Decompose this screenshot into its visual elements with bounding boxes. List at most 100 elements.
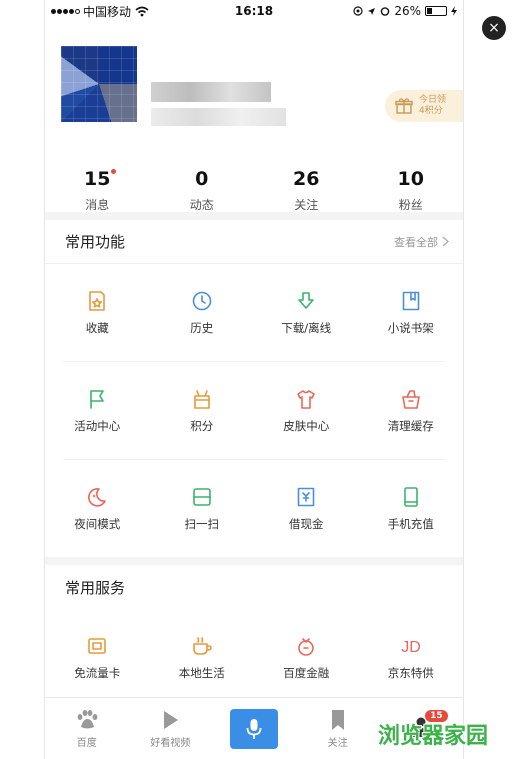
grid-item-label: 免流量卡	[74, 665, 121, 680]
stat-messages[interactable]: 15 消息	[45, 168, 150, 213]
grid-item-label: 小说书架	[387, 320, 434, 335]
moon-icon	[88, 487, 107, 507]
grid-item-label: 夜间模式	[74, 516, 121, 531]
clean-basket-icon	[401, 389, 420, 409]
grid-item-flag[interactable]: 活动中心	[45, 362, 150, 459]
svg-text:JD: JD	[401, 639, 421, 656]
bookshelf-icon	[402, 291, 420, 310]
stat-following[interactable]: 26 关注	[254, 168, 359, 213]
alarm-icon	[381, 7, 390, 16]
common-services-section: 常用服务 免流量卡 本地生活 百度金融 JD 京东特供	[45, 565, 463, 706]
stat-value: 0	[195, 168, 209, 190]
gift-icon	[395, 98, 413, 114]
view-all-link[interactable]: 查看全部	[394, 234, 449, 250]
tab-voice-search[interactable]	[212, 708, 296, 749]
grid-item-label: 历史	[190, 320, 214, 335]
play-icon	[164, 710, 179, 729]
grid-item-finance[interactable]: 百度金融	[254, 609, 359, 706]
signal-icon	[51, 8, 80, 14]
mic-button[interactable]	[229, 708, 278, 749]
grid-item-points-box[interactable]: 积分	[150, 362, 255, 459]
tab-label: 关注	[327, 737, 348, 749]
grid-item-label: 本地生活	[178, 665, 225, 680]
stat-label: 动态	[189, 198, 214, 212]
baidu-paw-icon	[77, 709, 98, 728]
daily-points-button[interactable]: 今日领 4积分	[385, 90, 463, 122]
service-grid: 免流量卡 本地生活 百度金融 JD 京东特供	[45, 609, 463, 706]
mic-icon	[246, 718, 262, 739]
site-watermark: 浏览器家园	[378, 724, 489, 749]
grid-item-label: 皮肤中心	[283, 418, 330, 433]
user-subtitle-blurred	[151, 108, 286, 126]
grid-item-label: 手机充值	[387, 516, 434, 531]
shirt-icon	[297, 389, 316, 409]
jd-icon: JD	[401, 639, 421, 656]
bookmark-icon	[331, 709, 344, 730]
gift-line2: 4积分	[419, 106, 443, 116]
grid-item-label: 京东特供	[387, 665, 434, 680]
grid-item-coffee[interactable]: 本地生活	[150, 609, 255, 706]
grid-item-shirt[interactable]: 皮肤中心	[254, 362, 359, 459]
grid-item-label: 扫一扫	[184, 516, 220, 531]
tab-haokan-video[interactable]: 好看视频	[129, 709, 213, 749]
stat-label: 关注	[294, 198, 319, 212]
grid-item-cash-loan[interactable]: 借现金	[254, 460, 359, 557]
grid-item-label: 清理缓存	[387, 418, 434, 433]
tab-label: 好看视频	[150, 737, 191, 749]
grid-item-data-card[interactable]: 免流量卡	[45, 609, 150, 706]
stat-label: 粉丝	[398, 198, 423, 212]
close-button[interactable]: ×	[482, 16, 506, 40]
section-title: 常用服务	[65, 578, 126, 597]
stat-value: 10	[397, 168, 424, 190]
grid-item-clock[interactable]: 历史	[150, 264, 255, 361]
grid-item-label: 活动中心	[74, 418, 121, 433]
grid-item-bookshelf[interactable]: 小说书架	[359, 264, 464, 361]
profile-stats: 15 消息 0 动态 26 关注 10 粉丝	[45, 168, 463, 213]
gift-line1: 今日领	[419, 95, 447, 105]
grid-item-label: 借现金	[289, 516, 324, 531]
location-icon	[353, 6, 363, 16]
clock-icon	[192, 291, 212, 310]
tab-label: 百度	[76, 737, 97, 749]
grid-item-favorites[interactable]: 收藏	[45, 264, 150, 361]
phone-recharge-icon	[403, 486, 418, 507]
function-grid: 收藏 历史 下载/离线 小说书架活动中心 积分 皮肤中心 清理缓存夜间模式 扫一扫 借现金 手机充…	[45, 264, 463, 557]
points-box-icon	[193, 389, 210, 409]
stat-value: 26	[293, 168, 320, 190]
grid-item-label: 收藏	[85, 320, 109, 335]
grid-item-clean-basket[interactable]: 清理缓存	[359, 362, 464, 459]
stat-fans[interactable]: 10 粉丝	[359, 168, 464, 213]
scan-icon	[192, 487, 211, 506]
carrier-label: 中国移动	[83, 4, 132, 19]
finance-icon	[298, 637, 315, 656]
grid-item-label: 积分	[190, 418, 214, 433]
grid-item-jd[interactable]: JD 京东特供	[359, 609, 464, 706]
download-icon	[298, 291, 315, 309]
grid-item-download[interactable]: 下载/离线	[254, 264, 359, 361]
wifi-icon	[135, 6, 149, 16]
phone-screen: 中国移动 16:18 26% 今日领 4积分 15 消息 0 动态 26 关注 …	[44, 0, 464, 759]
chevron-right-icon	[442, 236, 449, 247]
view-all-label: 查看全部	[394, 235, 438, 249]
avatar[interactable]	[61, 46, 137, 122]
battery-icon	[425, 6, 447, 16]
username-blurred[interactable]	[151, 82, 271, 102]
tab-baidu[interactable]: 百度	[45, 709, 129, 749]
battery-percent: 26%	[394, 4, 421, 18]
grid-item-phone-recharge[interactable]: 手机充值	[359, 460, 464, 557]
data-card-icon	[88, 637, 107, 654]
common-functions-section: 常用功能 查看全部 收藏 历史 下载/离线 小说书架 活动中心 积分 皮肤中心 清理缓存 夜间模…	[45, 220, 463, 557]
tab-follow[interactable]: 关注	[296, 709, 380, 749]
favorites-icon	[89, 290, 106, 311]
grid-item-scan[interactable]: 扫一扫	[150, 460, 255, 557]
stat-value: 15	[84, 168, 111, 190]
status-bar: 中国移动 16:18 26%	[45, 0, 463, 22]
grid-item-label: 百度金融	[283, 665, 330, 680]
grid-item-label: 下载/离线	[281, 320, 332, 335]
charging-icon	[451, 6, 457, 16]
grid-item-moon[interactable]: 夜间模式	[45, 460, 150, 557]
stat-posts[interactable]: 0 动态	[150, 168, 255, 213]
coffee-icon	[192, 636, 212, 655]
flag-icon	[90, 389, 105, 409]
profile-header: 今日领 4积分 15 消息 0 动态 26 关注 10 粉丝	[45, 22, 463, 212]
